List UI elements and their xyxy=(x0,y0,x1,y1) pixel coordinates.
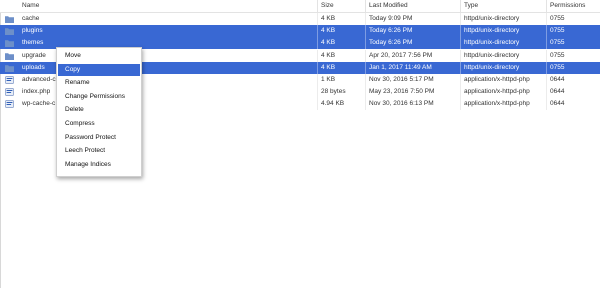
context-menu-item-compress[interactable]: Compress xyxy=(58,118,140,131)
column-divider xyxy=(546,98,547,111)
file-permissions: 0644 xyxy=(550,88,565,96)
column-divider[interactable] xyxy=(365,0,366,12)
column-divider xyxy=(546,37,547,50)
file-type: application/x-httpd-php xyxy=(464,100,530,108)
file-permissions: 0755 xyxy=(550,63,565,71)
php-file-icon xyxy=(5,76,14,84)
context-menu-item-rename[interactable]: Rename xyxy=(58,77,140,90)
context-menu-item-password-protect[interactable]: Password Protect xyxy=(58,132,140,145)
column-divider xyxy=(317,74,318,86)
file-last-modified: Today 9:09 PM xyxy=(369,15,413,22)
folder-icon xyxy=(5,39,14,48)
file-last-modified: Jan 1, 2017 11:49 AM xyxy=(369,63,432,71)
file-last-modified: May 23, 2016 7:50 PM xyxy=(369,88,435,96)
column-divider xyxy=(317,86,318,99)
column-divider xyxy=(546,49,547,62)
file-type: httpd/unix-directory xyxy=(464,27,520,35)
column-divider xyxy=(317,25,318,38)
file-size: 4 KB xyxy=(321,51,336,59)
file-list-header: Name Size Last Modified Type Permissions xyxy=(0,0,600,13)
context-menu-item-move[interactable]: Move xyxy=(58,50,140,63)
context-menu-item-change-permissions[interactable]: Change Permissions xyxy=(58,91,140,104)
column-divider xyxy=(317,49,318,62)
file-last-modified: Today 6:26 PM xyxy=(369,27,413,35)
column-divider xyxy=(460,61,461,74)
column-divider xyxy=(546,25,547,38)
context-menu-item-delete[interactable]: Delete xyxy=(58,104,140,117)
file-name: plugins xyxy=(22,27,43,35)
column-divider xyxy=(460,49,461,62)
context-menu-item-copy[interactable]: Copy xyxy=(58,63,140,77)
column-divider[interactable] xyxy=(460,0,461,12)
file-last-modified: Today 6:26 PM xyxy=(369,39,413,47)
column-divider xyxy=(365,25,366,38)
file-size: 4 KB xyxy=(321,27,336,35)
file-type: httpd/unix-directory xyxy=(464,63,520,71)
file-size: 4.94 KB xyxy=(321,100,345,108)
file-size: 4 KB xyxy=(321,15,336,22)
file-size: 1 KB xyxy=(321,76,336,83)
column-divider xyxy=(365,61,366,74)
column-divider xyxy=(317,98,318,111)
column-header-last-modified[interactable]: Last Modified xyxy=(369,2,408,10)
column-divider xyxy=(460,86,461,99)
column-header-type[interactable]: Type xyxy=(464,2,478,10)
php-file-icon xyxy=(5,100,14,109)
file-size: 4 KB xyxy=(321,63,336,71)
column-divider xyxy=(546,13,547,25)
file-permissions: 0755 xyxy=(550,27,565,35)
file-name: cache xyxy=(22,15,40,22)
column-divider xyxy=(317,13,318,25)
column-divider xyxy=(365,74,366,86)
column-divider[interactable] xyxy=(546,0,547,12)
column-divider xyxy=(365,49,366,62)
column-divider xyxy=(546,86,547,99)
column-divider xyxy=(460,37,461,50)
column-divider xyxy=(365,86,366,99)
file-size: 28 bytes xyxy=(321,88,346,96)
file-type: application/x-httpd-php xyxy=(464,88,530,96)
column-divider xyxy=(365,37,366,50)
file-permissions: 0755 xyxy=(550,15,565,22)
column-divider xyxy=(460,25,461,38)
file-last-modified: Apr 20, 2017 7:56 PM xyxy=(369,51,433,59)
file-type: httpd/unix-directory xyxy=(464,15,520,22)
column-divider[interactable] xyxy=(317,0,318,12)
column-divider xyxy=(460,13,461,25)
file-type: httpd/unix-directory xyxy=(464,51,520,59)
column-header-size[interactable]: Size xyxy=(321,2,334,10)
file-permissions: 0644 xyxy=(550,76,565,83)
file-type: httpd/unix-directory xyxy=(464,39,520,47)
file-row[interactable]: cache 4 KB Today 9:09 PM httpd/unix-directo… xyxy=(0,13,600,25)
column-header-permissions[interactable]: Permissions xyxy=(550,2,585,10)
file-row[interactable]: plugins 4 KB Today 6:26 PM httpd/unix-direc… xyxy=(0,25,600,38)
folder-icon xyxy=(5,27,14,36)
file-type: application/x-httpd-php xyxy=(464,76,530,83)
column-divider xyxy=(546,61,547,74)
column-divider xyxy=(460,74,461,86)
column-divider xyxy=(317,37,318,50)
folder-icon xyxy=(5,15,14,23)
column-divider xyxy=(365,98,366,111)
file-last-modified: Nov 30, 2016 5:17 PM xyxy=(369,76,434,83)
folder-icon xyxy=(5,52,14,60)
column-header-name[interactable]: Name xyxy=(22,2,39,10)
column-divider xyxy=(460,98,461,111)
column-divider xyxy=(365,13,366,25)
folder-icon xyxy=(5,64,14,72)
file-last-modified: Nov 30, 2016 6:13 PM xyxy=(369,100,434,108)
column-divider xyxy=(546,74,547,86)
file-size: 4 KB xyxy=(321,39,336,47)
php-file-icon xyxy=(5,88,14,97)
file-permissions: 0755 xyxy=(550,39,565,47)
context-menu-item-leech-protect[interactable]: Leech Protect xyxy=(58,145,140,158)
column-divider xyxy=(317,61,318,74)
context-menu-item-manage-indices[interactable]: Manage Indices xyxy=(58,159,140,172)
file-permissions: 0755 xyxy=(550,51,565,59)
context-menu: Move Copy Rename Change Permissions Delete Co… xyxy=(56,47,142,177)
file-permissions: 0644 xyxy=(550,100,565,108)
